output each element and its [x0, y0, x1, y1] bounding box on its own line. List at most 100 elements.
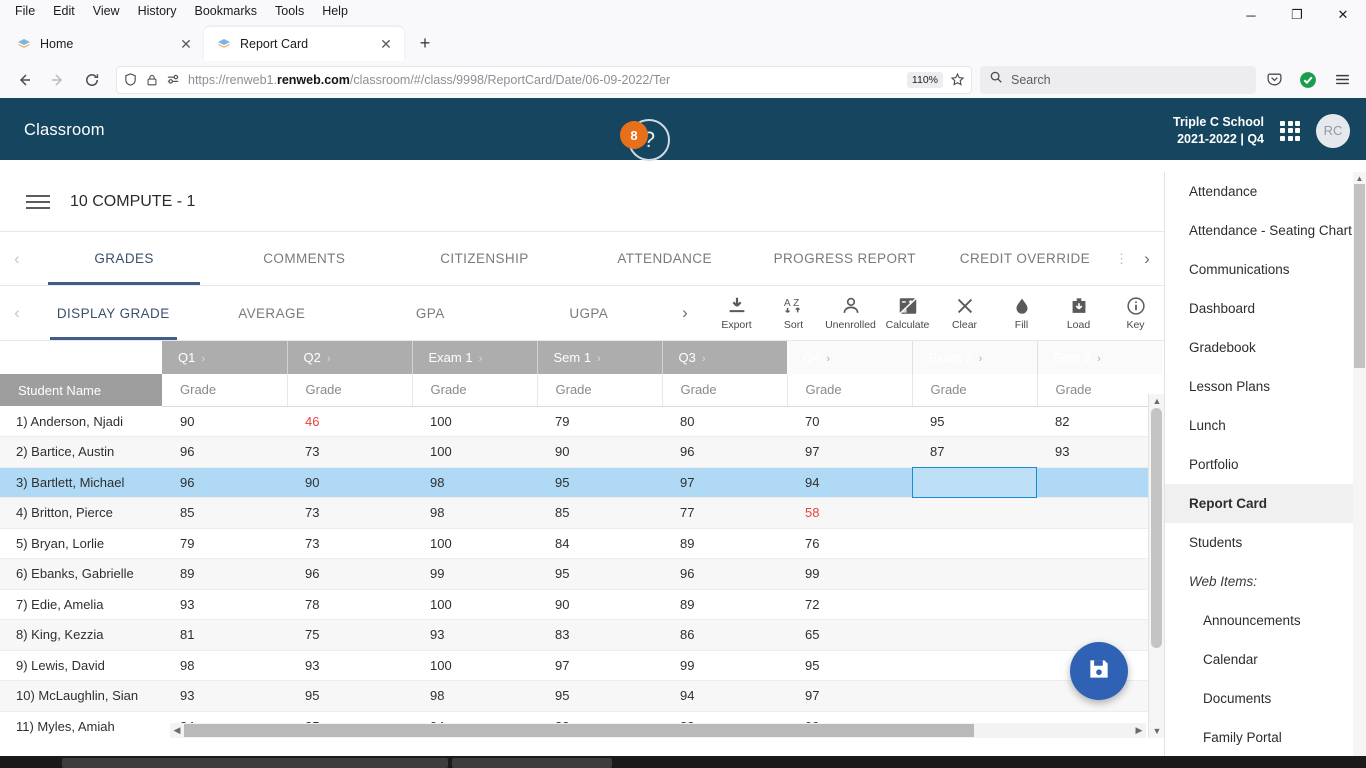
grade-cell[interactable]	[1037, 467, 1162, 498]
help-button[interactable]: ? 8	[612, 111, 672, 165]
app-switcher-grid-icon[interactable]	[1280, 120, 1300, 141]
grade-cell[interactable]	[912, 466, 1037, 498]
right-nav-item-announcements[interactable]: Announcements	[1165, 601, 1366, 640]
grade-cell[interactable]: 80	[662, 406, 787, 437]
student-name-cell[interactable]: 10) McLaughlin, Sian	[0, 680, 162, 712]
tab-comments[interactable]: COMMENTS	[214, 232, 394, 285]
grade-cell[interactable]: 75	[287, 619, 412, 651]
grade-cell[interactable]: 96	[287, 558, 412, 590]
grid-hscroll-track[interactable]	[184, 724, 1132, 737]
taskbar-item[interactable]	[452, 758, 612, 768]
grade-cell[interactable]: 100	[412, 589, 537, 620]
grade-cell[interactable]: 90	[162, 406, 287, 437]
clear-button[interactable]: Clear	[936, 295, 993, 331]
grade-cell[interactable]: 99	[412, 558, 537, 590]
calculate-button[interactable]: Calculate	[879, 295, 936, 331]
right-nav-item-calendar[interactable]: Calendar	[1165, 640, 1366, 679]
header-sem2[interactable]: Sem 2 ›	[1036, 341, 1162, 374]
menu-help[interactable]: Help	[313, 2, 357, 20]
forward-button[interactable]	[42, 65, 74, 95]
grade-cell[interactable]: 76	[787, 528, 912, 559]
primary-tabs-prev-icon[interactable]: ‹	[0, 232, 34, 285]
header-exam1[interactable]: Exam 1 ›	[411, 341, 537, 374]
grade-cell[interactable]: 90	[537, 436, 662, 468]
grade-cell[interactable]: 73	[287, 436, 412, 468]
menu-tools[interactable]: Tools	[266, 2, 313, 20]
sort-button[interactable]: AZ Sort	[765, 295, 822, 331]
table-row[interactable]: 1) Anderson, Njadi 90 46 100 79 80 70 95 82	[0, 406, 1162, 437]
table-row[interactable]: 5) Bryan, Lorlie 79 73 100 84 89 76	[0, 528, 1162, 559]
grade-cell[interactable]: 97	[537, 650, 662, 681]
table-row[interactable]: 3) Bartlett, Michael 96 90 98 95 97 94	[0, 466, 1162, 498]
grade-cell[interactable]: 93	[162, 680, 287, 712]
grade-cell[interactable]	[912, 558, 1037, 590]
grade-cell[interactable]: 79	[162, 528, 287, 559]
grade-cell[interactable]: 95	[912, 406, 1037, 437]
grade-cell[interactable]: 95	[287, 680, 412, 712]
grade-cell[interactable]: 99	[662, 650, 787, 681]
student-name-cell[interactable]: 8) King, Kezzia	[0, 619, 162, 651]
right-nav-item-dashboard[interactable]: Dashboard	[1165, 289, 1366, 328]
grade-cell[interactable]: 98	[412, 680, 537, 712]
grade-cell[interactable]	[912, 589, 1037, 620]
grade-cell[interactable]: 89	[662, 528, 787, 559]
scroll-down-icon[interactable]: ▼	[1149, 724, 1164, 738]
student-name-cell[interactable]: 7) Edie, Amelia	[0, 589, 162, 620]
table-row[interactable]: 2) Bartice, Austin 96 73 100 90 96 97 87 93	[0, 436, 1162, 468]
subtab-ugpa[interactable]: UGPA	[510, 286, 669, 340]
scroll-right-icon[interactable]: ▶	[1132, 725, 1146, 736]
menu-edit[interactable]: Edit	[44, 2, 84, 20]
menu-history[interactable]: History	[129, 2, 186, 20]
grade-cell[interactable]: 89	[162, 558, 287, 590]
new-tab-button[interactable]: +	[410, 28, 440, 58]
student-name-cell[interactable]: 9) Lewis, David	[0, 650, 162, 681]
browser-tab-home[interactable]: Home ✕	[4, 27, 204, 61]
permissions-icon[interactable]	[166, 72, 181, 87]
grade-cell[interactable]: 99	[787, 558, 912, 590]
right-scroll-up-icon[interactable]: ▲	[1353, 172, 1366, 184]
taskbar-item[interactable]	[62, 758, 448, 768]
grade-cell[interactable]: 96	[662, 558, 787, 590]
right-nav-item-family-portal[interactable]: Family Portal	[1165, 718, 1366, 757]
right-nav-item-communications[interactable]: Communications	[1165, 250, 1366, 289]
address-bar[interactable]: https://renweb1.renweb.com/classroom/#/c…	[116, 65, 972, 94]
grade-cell[interactable]: 93	[162, 589, 287, 620]
browser-app-menu-icon[interactable]	[1326, 65, 1358, 95]
grade-cell[interactable]: 81	[162, 619, 287, 651]
scroll-up-icon[interactable]: ▲	[1149, 394, 1164, 408]
grade-cell[interactable]: 95	[787, 650, 912, 681]
grade-cell[interactable]	[1037, 528, 1162, 559]
tab-progress-report[interactable]: PROGRESS REPORT	[755, 232, 935, 285]
grid-hscroll-thumb[interactable]	[184, 724, 974, 737]
right-nav-item-attendance-seating-chart[interactable]: Attendance - Seating Chart	[1165, 211, 1366, 250]
table-row[interactable]: 10) McLaughlin, Sian 93 95 98 95 94 97	[0, 680, 1162, 712]
header-sem1[interactable]: Sem 1 ›	[536, 341, 662, 374]
grade-cell[interactable]: 100	[412, 436, 537, 468]
lock-icon[interactable]	[145, 73, 159, 87]
tab-credit-override[interactable]: CREDIT OVERRIDE	[935, 232, 1115, 285]
grade-cell[interactable]: 98	[162, 650, 287, 681]
grade-cell[interactable]: 58	[787, 497, 912, 529]
right-nav-item-lunch[interactable]: Lunch	[1165, 406, 1366, 445]
grade-cell[interactable]: 90	[537, 589, 662, 620]
export-button[interactable]: Export	[708, 295, 765, 331]
grade-cell[interactable]: 46	[287, 406, 412, 437]
grade-cell[interactable]: 94	[662, 680, 787, 712]
grid-vertical-scrollbar[interactable]: ▲ ▼	[1148, 394, 1164, 738]
grade-cell[interactable]: 90	[287, 467, 412, 498]
extension-check-icon[interactable]	[1292, 65, 1324, 95]
right-nav-item-report-card[interactable]: Report Card	[1165, 484, 1366, 523]
header-q4[interactable]: Q4 ›	[787, 341, 912, 374]
load-button[interactable]: Load	[1050, 295, 1107, 331]
header-q2[interactable]: Q2 ›	[286, 341, 412, 374]
grade-cell[interactable]: 93	[412, 619, 537, 651]
grade-cell[interactable]: 100	[412, 650, 537, 681]
grid-vscroll-thumb[interactable]	[1151, 408, 1162, 648]
grade-cell[interactable]: 97	[787, 680, 912, 712]
grade-cell[interactable]: 100	[412, 406, 537, 437]
header-exam2[interactable]: Exam 2 ›	[911, 341, 1037, 374]
grade-cell[interactable]: 94	[787, 467, 912, 498]
tab-citizenship[interactable]: CITIZENSHIP	[394, 232, 574, 285]
grade-cell[interactable]: 96	[162, 467, 287, 498]
right-nav-item-gradebook[interactable]: Gradebook	[1165, 328, 1366, 367]
